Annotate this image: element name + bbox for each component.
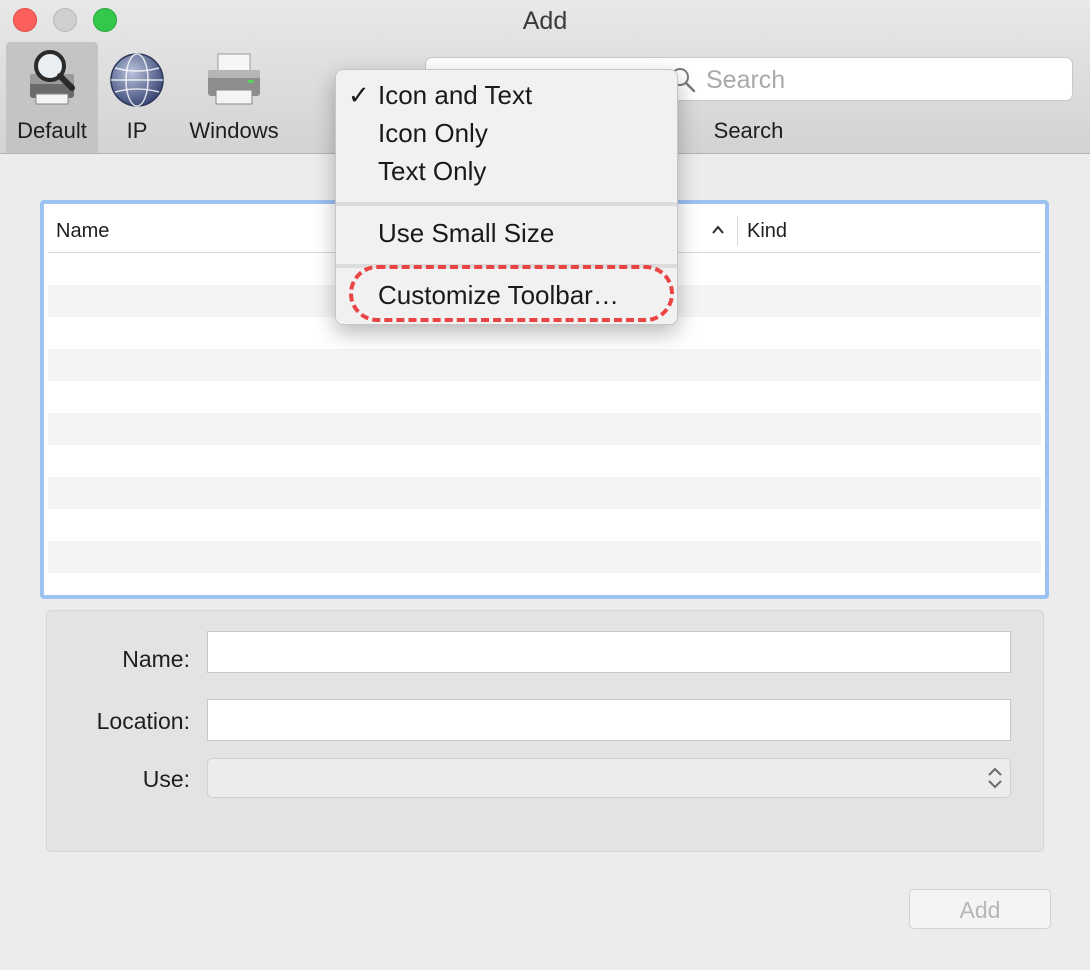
table-row[interactable] (48, 573, 1041, 591)
toolbar-item-label: IP (126, 118, 148, 143)
table-row[interactable] (48, 509, 1041, 541)
table-row[interactable] (48, 349, 1041, 381)
table-row[interactable] (48, 381, 1041, 413)
name-field[interactable] (207, 631, 1011, 673)
column-header-kind[interactable]: Kind (747, 220, 787, 243)
menu-item-label: Text Only (378, 156, 487, 186)
toolbar-item-label: Default (17, 118, 87, 143)
toolbar-item-windows[interactable]: Windows (184, 42, 284, 153)
chevron-up-icon[interactable] (710, 222, 726, 238)
location-label: Location: (96, 708, 190, 734)
menu-item-text-only[interactable]: Text Only (336, 154, 677, 190)
menu-separator (336, 202, 677, 206)
toolbar-item-ip[interactable]: IP (104, 42, 170, 153)
search-toolbar-label: Search (713, 118, 784, 143)
toolbar-item-default[interactable]: Default (6, 42, 98, 153)
add-printer-window: Add Default IP Windows Search Search Nam… (0, 0, 1090, 970)
menu-item-label: Use Small Size (378, 218, 555, 248)
printer-magnifier-icon (30, 50, 75, 105)
menu-item-icon-and-text[interactable]: ✓ Icon and Text (336, 78, 677, 114)
search-placeholder: Search (706, 66, 786, 94)
menu-item-icon-only[interactable]: Icon Only (336, 116, 677, 152)
table-row[interactable] (48, 477, 1041, 509)
up-down-chevron-icon (988, 767, 1002, 789)
highlight-annotation (349, 265, 674, 322)
use-label: Use: (142, 766, 190, 792)
location-field[interactable] (207, 699, 1011, 741)
menu-item-use-small-size[interactable]: Use Small Size (336, 216, 677, 252)
menu-item-label: Icon and Text (378, 80, 533, 110)
column-header-name[interactable]: Name (56, 220, 109, 243)
globe-icon (110, 53, 164, 107)
table-row[interactable] (48, 541, 1041, 573)
menu-item-label: Icon Only (378, 118, 488, 148)
name-label: Name: (122, 646, 190, 672)
use-select[interactable] (207, 758, 1011, 798)
column-divider[interactable] (737, 216, 738, 246)
table-row[interactable] (48, 445, 1041, 477)
toolbar-item-label: Windows (189, 118, 279, 143)
printer-icon (208, 53, 260, 105)
window-title: Add (522, 7, 568, 35)
table-row[interactable] (48, 413, 1041, 445)
add-button[interactable]: Add (909, 889, 1051, 929)
checkmark-icon: ✓ (348, 80, 370, 110)
